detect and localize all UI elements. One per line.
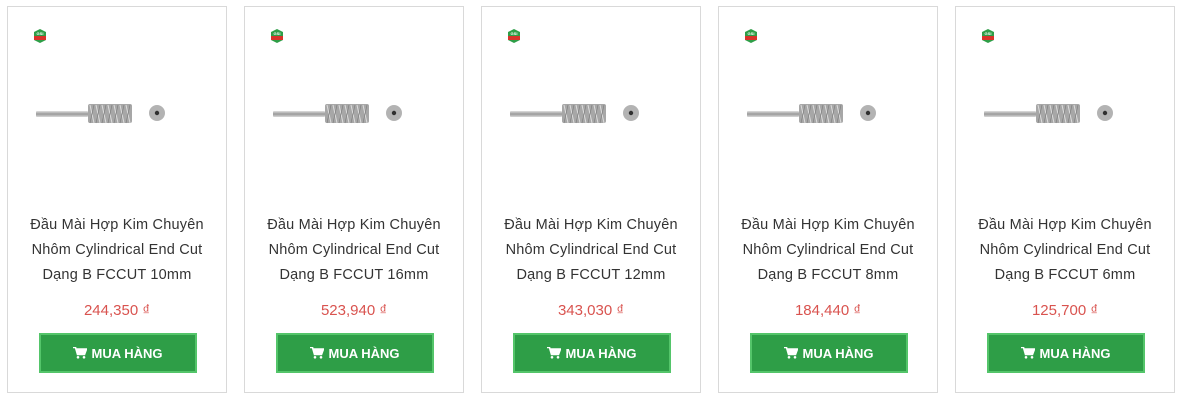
product-name[interactable]: Đầu Mài Hợp Kim Chuyên Nhôm Cylindrical …: [964, 213, 1166, 288]
buy-button-label: MUA HÀNG: [91, 345, 163, 361]
product-price: 125,700 ₫: [1031, 302, 1099, 319]
product-grid: GSI Đầu Mài Hợp Kim Chuyên Nhôm Cylindri…: [0, 0, 1187, 401]
product-name[interactable]: Đầu Mài Hợp Kim Chuyên Nhôm Cylindrical …: [490, 213, 692, 288]
svg-text:GSI: GSI: [748, 31, 755, 36]
buy-button[interactable]: MUA HÀNG: [513, 333, 671, 373]
product-price: 184,440 ₫: [794, 302, 862, 319]
product-card[interactable]: GSI Đầu Mài Hợp Kim Chuyên Nhôm Cylindri…: [718, 6, 938, 393]
product-price: 244,350 ₫: [83, 302, 151, 319]
product-name[interactable]: Đầu Mài Hợp Kim Chuyên Nhôm Cylindrical …: [16, 213, 218, 288]
gsi-logo-icon: GSI: [271, 29, 283, 43]
gsi-logo-icon: GSI: [982, 29, 994, 43]
product-name[interactable]: Đầu Mài Hợp Kim Chuyên Nhôm Cylindrical …: [727, 213, 929, 288]
product-card[interactable]: GSI Đầu Mài Hợp Kim Chuyên Nhôm Cylindri…: [244, 6, 464, 393]
buy-button-label: MUA HÀNG: [1039, 345, 1111, 361]
svg-text:GSI: GSI: [985, 31, 992, 36]
cart-icon: [1021, 347, 1036, 359]
product-card[interactable]: GSI Đầu Mài Hợp Kim Chuyên Nhôm Cylindri…: [955, 6, 1175, 393]
product-card[interactable]: GSI Đầu Mài Hợp Kim Chuyên Nhôm Cylindri…: [7, 6, 227, 393]
buy-button[interactable]: MUA HÀNG: [39, 333, 197, 373]
burr-tool-image[interactable]: [36, 93, 196, 133]
burr-tool-image[interactable]: [984, 93, 1144, 133]
buy-button-label: MUA HÀNG: [565, 345, 637, 361]
product-price: 523,940 ₫: [320, 302, 388, 319]
buy-button[interactable]: MUA HÀNG: [750, 333, 908, 373]
buy-button[interactable]: MUA HÀNG: [276, 333, 434, 373]
cart-icon: [547, 347, 562, 359]
buy-button-label: MUA HÀNG: [328, 345, 400, 361]
burr-tool-image[interactable]: [747, 93, 907, 133]
gsi-logo-icon: GSI: [745, 29, 757, 43]
cart-icon: [784, 347, 799, 359]
burr-tool-image[interactable]: [510, 93, 670, 133]
buy-button-label: MUA HÀNG: [802, 345, 874, 361]
product-name[interactable]: Đầu Mài Hợp Kim Chuyên Nhôm Cylindrical …: [253, 213, 455, 288]
svg-text:GSI: GSI: [37, 31, 44, 36]
product-price: 343,030 ₫: [557, 302, 625, 319]
svg-text:GSI: GSI: [511, 31, 518, 36]
svg-text:GSI: GSI: [274, 31, 281, 36]
gsi-logo-icon: GSI: [508, 29, 520, 43]
buy-button[interactable]: MUA HÀNG: [987, 333, 1145, 373]
cart-icon: [73, 347, 88, 359]
burr-tool-image[interactable]: [273, 93, 433, 133]
product-card[interactable]: GSI Đầu Mài Hợp Kim Chuyên Nhôm Cylindri…: [481, 6, 701, 393]
cart-icon: [310, 347, 325, 359]
gsi-logo-icon: GSI: [34, 29, 46, 43]
